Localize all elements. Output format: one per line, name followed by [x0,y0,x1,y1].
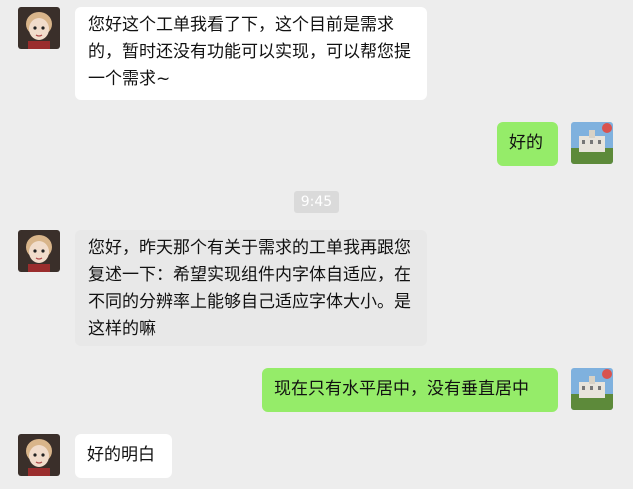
building-photo-avatar-icon [571,368,613,410]
agent-avatar[interactable] [18,434,60,476]
user-avatar[interactable] [571,368,613,410]
message-bubble-outgoing[interactable]: 好的 [497,122,558,166]
message-bubble-incoming[interactable]: 您好这个工单我看了下，这个目前是需求的，暂时还没有功能可以实现，可以帮您提一个需… [75,7,427,100]
building-photo-avatar-icon [571,122,613,164]
agent-avatar[interactable] [18,7,60,49]
message-bubble-incoming[interactable]: 好的明白 [75,434,172,478]
doll-avatar-icon [18,230,60,272]
doll-avatar-icon [18,434,60,476]
user-avatar[interactable] [571,122,613,164]
doll-avatar-icon [18,7,60,49]
message-bubble-incoming-selected[interactable]: 您好，昨天那个有关于需求的工单我再跟您复述一下：希望实现组件内字体自适应，在不同… [75,230,427,346]
agent-avatar[interactable] [18,230,60,272]
message-bubble-outgoing[interactable]: 现在只有水平居中，没有垂直居中 [262,368,558,412]
timestamp: 9:45 [294,191,339,213]
